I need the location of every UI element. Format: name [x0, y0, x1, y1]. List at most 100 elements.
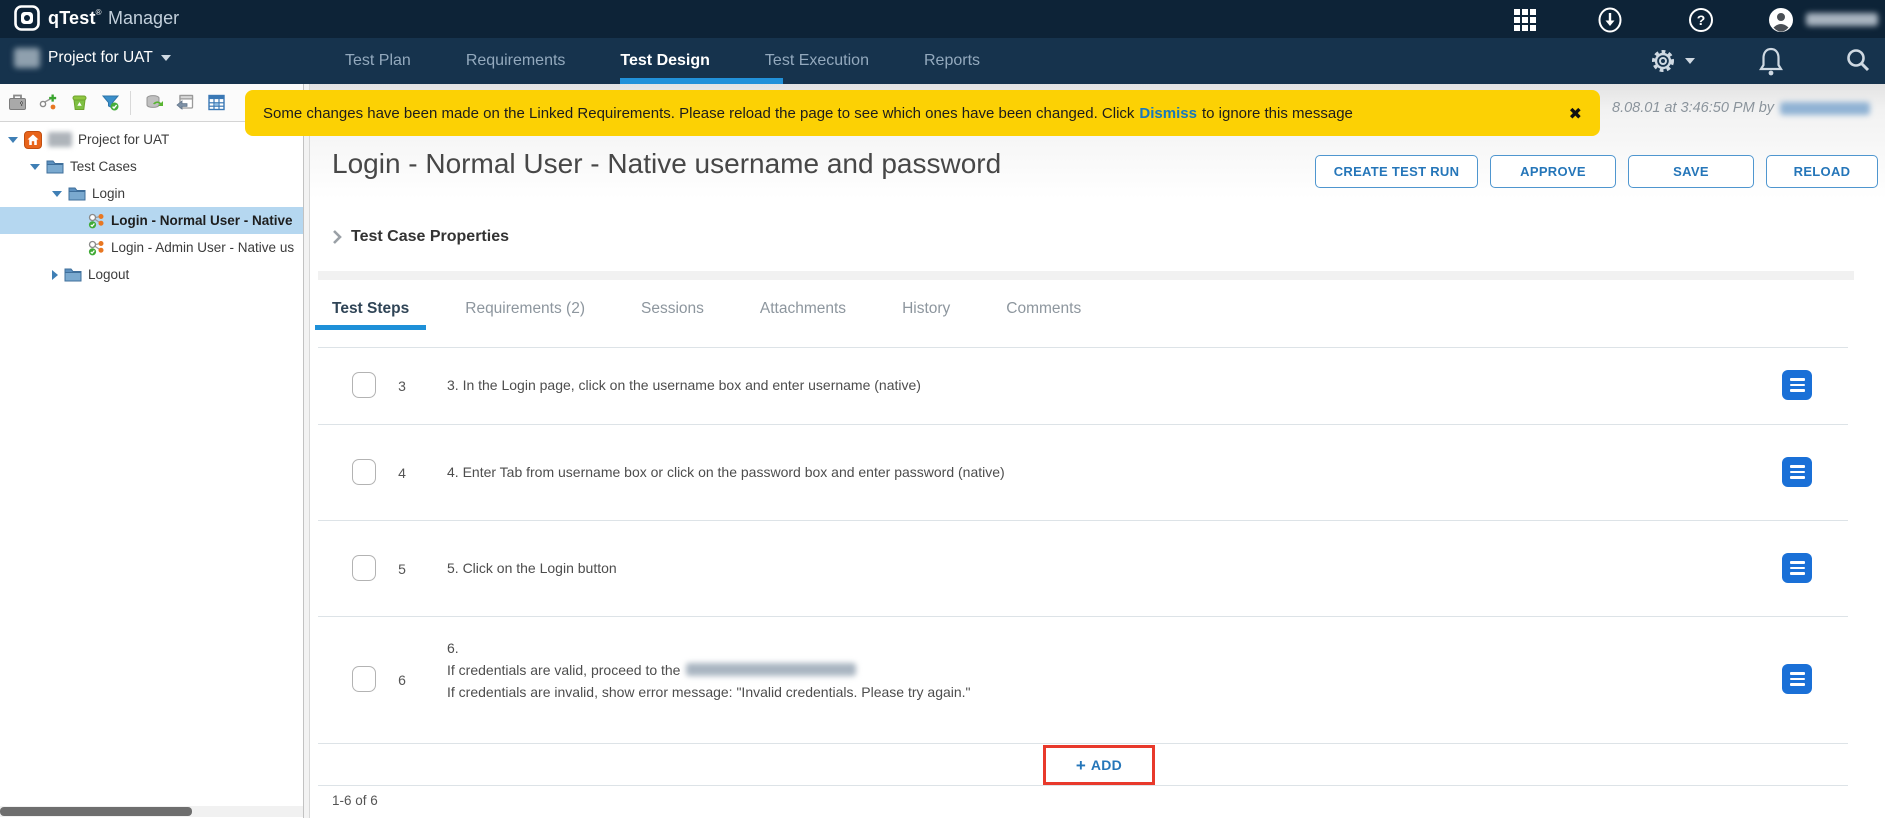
data-refresh-icon[interactable]	[140, 89, 168, 117]
step-menu-button[interactable]	[1782, 457, 1812, 487]
tab-attachments[interactable]: Attachments	[743, 292, 863, 330]
product-text: Manager	[108, 8, 179, 28]
row-divider	[318, 347, 1848, 348]
qtest-logo: qTest® Manager	[14, 5, 179, 31]
home-icon	[24, 131, 42, 149]
app-grid-icon[interactable]	[1512, 7, 1538, 33]
nav-tab-reports[interactable]: Reports	[924, 38, 980, 84]
step-checkbox[interactable]	[352, 666, 376, 692]
audit-note: 8.08.01 at 3:46:50 PM by	[1612, 100, 1870, 116]
user-avatar[interactable]	[1768, 7, 1794, 33]
audit-note-text: 8.08.01 at 3:46:50 PM by	[1612, 100, 1774, 116]
step-menu-button[interactable]	[1782, 664, 1812, 694]
tab-sessions[interactable]: Sessions	[624, 292, 721, 330]
user-name-redacted	[1806, 13, 1878, 26]
help-icon[interactable]: ?	[1688, 7, 1714, 33]
step-menu-button[interactable]	[1782, 370, 1812, 400]
top-bar: qTest® Manager ?	[0, 0, 1885, 38]
banner-message: Some changes have been made on the Linke…	[263, 105, 1353, 122]
search-icon[interactable]	[1845, 47, 1871, 73]
project-selector[interactable]: Project for UAT	[14, 48, 171, 68]
nav-tab-requirements[interactable]: Requirements	[466, 38, 566, 84]
add-test-case-icon[interactable]	[34, 89, 62, 117]
folder-icon	[46, 159, 64, 174]
step-checkbox[interactable]	[352, 555, 376, 581]
settings-caret-icon[interactable]	[1685, 58, 1695, 64]
tree-item-test-cases[interactable]: Test Cases	[0, 153, 303, 180]
project-prefix-redacted	[48, 132, 72, 147]
test-case-tree: Project for UAT Test Cases	[0, 126, 303, 288]
step-number: 3	[390, 378, 414, 394]
panel-splitter[interactable]	[303, 84, 310, 818]
tree-item-label: Login - Admin User - Native us	[111, 240, 294, 255]
page-title: Login - Normal User - Native username an…	[332, 148, 1001, 180]
properties-section-label: Test Case Properties	[351, 228, 509, 246]
step-redacted-text	[686, 663, 856, 676]
tab-history[interactable]: History	[885, 292, 967, 330]
step-checkbox[interactable]	[352, 459, 376, 485]
settings-gear-icon[interactable]	[1649, 47, 1677, 75]
audit-user-redacted	[1780, 102, 1870, 115]
filter-icon[interactable]	[96, 89, 124, 117]
step-number: 4	[390, 465, 414, 481]
section-divider-band	[318, 271, 1854, 280]
row-divider	[318, 743, 1848, 744]
brand-registered-mark: ®	[96, 8, 102, 17]
warning-banner: Some changes have been made on the Linke…	[245, 90, 1600, 136]
tree-item-label: Test Cases	[70, 159, 137, 174]
tree-item-label: Login - Normal User - Native	[111, 213, 293, 228]
banner-close-icon[interactable]: ✖	[1569, 104, 1582, 123]
tree-expand-icon[interactable]	[8, 137, 18, 143]
sidebar-horizontal-scrollbar[interactable]	[0, 806, 303, 817]
step-description: 6. If credentials are valid, proceed to …	[447, 637, 971, 703]
step-description: 5. Click on the Login button	[447, 557, 617, 579]
tree-item-test-case[interactable]: Login - Admin User - Native us	[0, 234, 303, 261]
tree-collapsed-icon[interactable]	[52, 270, 58, 280]
approve-button[interactable]: APPROVE	[1490, 155, 1616, 188]
svg-text:?: ?	[1697, 12, 1706, 28]
step-number: 6	[390, 672, 414, 688]
step-checkbox[interactable]	[352, 372, 376, 398]
test-case-icon	[88, 213, 105, 229]
step-description: 4. Enter Tab from username box or click …	[447, 461, 1005, 483]
tree-item-label: Logout	[88, 267, 129, 282]
recycle-bin-icon[interactable]	[65, 89, 93, 117]
scrollbar-thumb[interactable]	[0, 807, 192, 816]
tree-expand-icon[interactable]	[52, 191, 62, 197]
step-menu-button[interactable]	[1782, 553, 1812, 583]
tree-item-label: Login	[92, 186, 125, 201]
main-content	[310, 84, 1885, 818]
save-button[interactable]: SAVE	[1628, 155, 1754, 188]
nav-tab-test-plan[interactable]: Test Plan	[345, 38, 411, 84]
add-button-highlight: + ADD	[1043, 745, 1155, 785]
pagination-status: 1-6 of 6	[332, 793, 378, 808]
brand-text: qTest	[48, 8, 96, 28]
sidebar: Project for UAT Test Cases	[0, 84, 303, 818]
data-grid-icon[interactable]	[202, 89, 230, 117]
import-icon[interactable]	[171, 89, 199, 117]
tab-requirements[interactable]: Requirements (2)	[448, 292, 602, 330]
project-avatar-redacted	[14, 48, 40, 68]
step-number: 5	[390, 561, 414, 577]
tab-comments[interactable]: Comments	[989, 292, 1098, 330]
add-module-icon[interactable]	[3, 89, 31, 117]
row-divider	[318, 785, 1848, 786]
active-tab-underline	[620, 78, 783, 84]
tree-item-logout-folder[interactable]: Logout	[0, 261, 303, 288]
tree-expand-icon[interactable]	[30, 164, 40, 170]
dismiss-link[interactable]: Dismiss	[1139, 105, 1197, 122]
reload-button[interactable]: RELOAD	[1766, 155, 1878, 188]
row-divider	[318, 424, 1848, 425]
test-case-properties-toggle[interactable]: Test Case Properties	[332, 228, 509, 246]
toolbar-separator	[130, 91, 131, 115]
row-divider	[318, 520, 1848, 521]
notifications-bell-icon[interactable]	[1758, 46, 1784, 76]
tree-item-login-folder[interactable]: Login	[0, 180, 303, 207]
add-step-button[interactable]: + ADD	[1076, 757, 1122, 774]
tree-item-test-case-selected[interactable]: Login - Normal User - Native	[0, 207, 303, 234]
tab-test-steps[interactable]: Test Steps	[315, 292, 426, 330]
chevron-right-icon	[332, 229, 342, 245]
download-icon[interactable]	[1597, 7, 1623, 33]
create-test-run-button[interactable]: CREATE TEST RUN	[1315, 155, 1478, 188]
chevron-down-icon	[161, 55, 171, 61]
